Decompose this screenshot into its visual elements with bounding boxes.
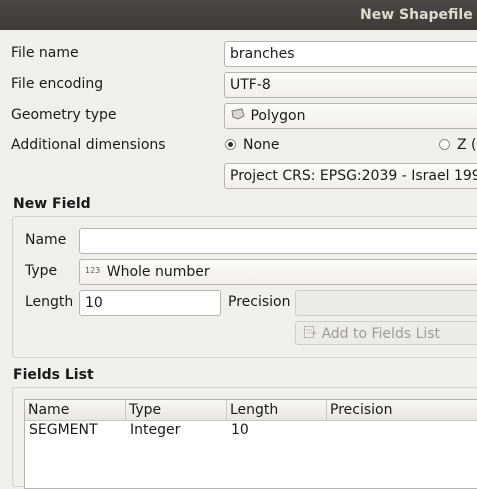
dim-none-radio[interactable] [225, 139, 236, 150]
add-to-fields-list-button[interactable]: Add to Fields List [295, 321, 477, 345]
integer-type-icon: 123 [85, 266, 101, 275]
geometry-type-value: Polygon [250, 108, 306, 124]
dim-none-label: None [243, 137, 280, 153]
file-name-label: File name [11, 45, 79, 61]
field-precision-label: Precision [228, 294, 291, 310]
column-header-precision[interactable]: Precision [327, 400, 477, 421]
field-length-input[interactable]: 10 [79, 290, 221, 316]
window-title: New Shapefile L [360, 7, 477, 23]
field-length-label: Length [25, 294, 74, 310]
dim-z-label: Z (- [457, 137, 477, 153]
cell-name: SEGMENT [29, 422, 98, 438]
field-name-input[interactable] [79, 228, 477, 254]
dim-z-radio[interactable] [439, 139, 450, 150]
cell-type: Integer [130, 422, 181, 438]
fields-list-title: Fields List [13, 367, 94, 383]
column-header-length[interactable]: Length [227, 400, 327, 421]
file-encoding-value: UTF-8 [230, 77, 271, 93]
field-name-label: Name [25, 232, 67, 248]
geometry-type-select[interactable]: Polygon [224, 103, 477, 129]
file-name-value: branches [230, 46, 295, 62]
field-type-label: Type [25, 263, 58, 279]
column-header-name[interactable]: Name [25, 400, 126, 421]
file-encoding-label: File encoding [11, 76, 104, 92]
field-type-value: Whole number [106, 264, 210, 280]
field-length-value: 10 [85, 295, 103, 311]
crs-value: Project CRS: EPSG:2039 - Israel 1993 [230, 168, 477, 184]
geometry-type-label: Geometry type [11, 107, 117, 123]
field-precision-input[interactable] [295, 290, 477, 316]
column-header-type[interactable]: Type [126, 400, 227, 421]
fields-table[interactable]: Name Type Length Precision SEGMENT Integ… [24, 399, 477, 489]
title-bar: New Shapefile L [0, 0, 477, 30]
polygon-icon [230, 108, 246, 124]
file-encoding-select[interactable]: UTF-8 [224, 72, 477, 98]
field-type-select[interactable]: 123 Whole number [79, 259, 477, 285]
new-field-title: New Field [13, 196, 91, 212]
add-field-icon [303, 325, 317, 343]
add-to-fields-list-label: Add to Fields List [321, 326, 441, 342]
crs-selector[interactable]: Project CRS: EPSG:2039 - Israel 1993 [224, 163, 477, 189]
cell-length: 10 [231, 422, 249, 438]
additional-dimensions-label: Additional dimensions [11, 137, 166, 153]
file-name-input[interactable]: branches [224, 41, 477, 67]
